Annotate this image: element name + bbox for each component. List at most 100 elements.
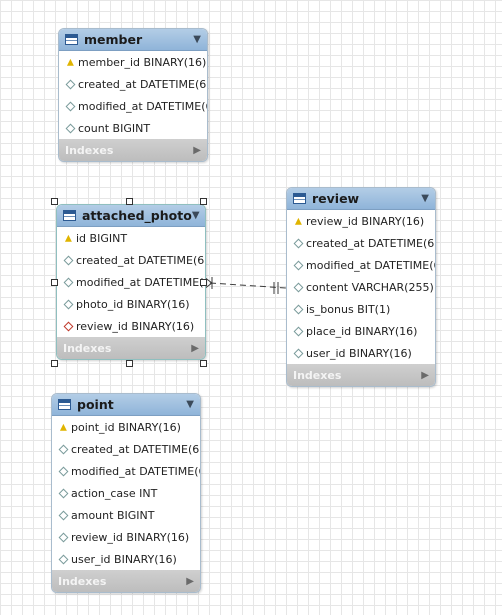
column-list: ▼ review_id BINARY(16) created_at DATETIME… [287,210,435,364]
table-column[interactable]: action_case INT [52,482,200,504]
column-icon [58,488,68,498]
indexes-section[interactable]: Indexes ▶ [57,337,205,359]
indexes-label: Indexes [63,341,112,355]
table-column[interactable]: created_at DATETIME(6) [59,73,207,95]
column-label: review_id BINARY(16) [71,530,190,544]
indexes-label: Indexes [65,143,114,157]
column-label: member_id BINARY(16) [78,55,207,69]
column-icon [65,123,75,133]
column-icon [63,299,73,309]
table-column[interactable]: created_at DATETIME(6) [57,249,205,271]
attached-photo-table[interactable]: attached_photo ▼ ▼ id BIGINT created_at DA… [56,204,206,360]
resize-handle-bottom-right[interactable] [200,360,207,367]
column-label: id BIGINT [76,231,128,245]
column-label: created_at DATETIME(6) [306,236,436,250]
column-icon [293,304,303,314]
column-icon [293,282,303,292]
expand-arrow-icon[interactable]: ▶ [421,370,429,381]
primary-key-icon: ▼ [59,422,67,432]
indexes-label: Indexes [58,574,107,588]
resize-handle-top-right[interactable] [200,198,207,205]
review-table[interactable]: review ▼ ▼ review_id BINARY(16) created_at… [286,187,436,387]
review-table-header[interactable]: review ▼ [287,188,435,210]
resize-handle-top-left[interactable] [51,198,58,205]
column-icon [65,101,75,111]
table-column[interactable]: modified_at DATETIME(6) [59,95,207,117]
column-label: modified_at DATETIME(6) [78,99,208,113]
point-table-header[interactable]: point ▼ [52,394,200,416]
table-column[interactable]: created_at DATETIME(6) [287,232,435,254]
collapse-arrow-icon[interactable]: ▼ [421,193,429,204]
column-icon [58,510,68,520]
relationship-dash [209,282,287,289]
table-column[interactable]: ▼ review_id BINARY(16) [287,210,435,232]
column-icon [58,466,68,476]
column-label: modified_at DATETIME(6) [306,258,436,272]
resize-handle-top[interactable] [126,198,133,205]
column-label: user_id BINARY(16) [306,346,412,360]
member-table-header[interactable]: member ▼ [59,29,207,51]
column-icon [293,326,303,336]
table-column[interactable]: modified_at DATETIME(6) [287,254,435,276]
table-name: review [312,191,360,206]
resize-handle-left[interactable] [51,279,58,286]
table-column[interactable]: created_at DATETIME(6) [52,438,200,460]
primary-key-icon: ▼ [66,57,74,67]
column-list: ▼ point_id BINARY(16) created_at DATETIME(… [52,416,200,570]
indexes-section[interactable]: Indexes ▶ [59,139,207,161]
table-column[interactable]: review_id BINARY(16) [57,315,205,337]
table-column[interactable]: amount BIGINT [52,504,200,526]
column-list: ▼ member_id BINARY(16) created_at DATETIME… [59,51,207,139]
column-label: action_case INT [71,486,158,500]
indexes-section[interactable]: Indexes ▶ [52,570,200,592]
expand-arrow-icon[interactable]: ▶ [193,145,201,156]
indexes-section[interactable]: Indexes ▶ [287,364,435,386]
column-label: user_id BINARY(16) [71,552,177,566]
resize-handle-bottom[interactable] [126,360,133,367]
point-table[interactable]: point ▼ ▼ point_id BINARY(16) created_at D… [51,393,201,593]
primary-key-icon: ▼ [294,216,302,226]
expand-arrow-icon[interactable]: ▶ [186,576,194,587]
table-column[interactable]: ▼ point_id BINARY(16) [52,416,200,438]
table-column[interactable]: is_bonus BIT(1) [287,298,435,320]
column-label: point_id BINARY(16) [71,420,181,434]
table-column[interactable]: modified_at DATETIME(6) [52,460,200,482]
column-label: review_id BINARY(16) [306,214,425,228]
resize-handle-bottom-left[interactable] [51,360,58,367]
column-label: created_at DATETIME(6) [71,442,201,456]
resize-handle-right[interactable] [200,279,207,286]
table-column[interactable]: review_id BINARY(16) [52,526,200,548]
table-column[interactable]: modified_at DATETIME(6) [57,271,205,293]
table-column[interactable]: content VARCHAR(255) [287,276,435,298]
collapse-arrow-icon[interactable]: ▼ [192,210,200,221]
collapse-arrow-icon[interactable]: ▼ [186,399,194,410]
collapse-arrow-icon[interactable]: ▼ [193,34,201,45]
column-icon [293,238,303,248]
table-column[interactable]: ▼ id BIGINT [57,227,205,249]
column-label: is_bonus BIT(1) [306,302,391,316]
foreign-key-icon [63,321,73,331]
indexes-label: Indexes [293,368,342,382]
attached-photo-table-header[interactable]: attached_photo ▼ [57,205,205,227]
expand-arrow-icon[interactable]: ▶ [191,343,199,354]
table-name: point [77,397,114,412]
column-label: review_id BINARY(16) [76,319,195,333]
column-icon [293,348,303,358]
column-label: content VARCHAR(255) [306,280,434,294]
table-column[interactable]: count BIGINT [59,117,207,139]
table-name: attached_photo [82,208,192,223]
column-icon [58,554,68,564]
column-label: modified_at DATETIME(6) [76,275,206,289]
column-label: created_at DATETIME(6) [78,77,208,91]
table-icon [58,399,71,410]
table-column[interactable]: place_id BINARY(16) [287,320,435,342]
column-icon [293,260,303,270]
table-column[interactable]: ▼ member_id BINARY(16) [59,51,207,73]
table-column[interactable]: user_id BINARY(16) [287,342,435,364]
column-label: amount BIGINT [71,508,155,522]
table-icon [65,34,78,45]
column-list: ▼ id BIGINT created_at DATETIME(6) modified… [57,227,205,337]
table-column[interactable]: photo_id BINARY(16) [57,293,205,315]
table-column[interactable]: user_id BINARY(16) [52,548,200,570]
member-table[interactable]: member ▼ ▼ member_id BINARY(16) created_at… [58,28,208,162]
